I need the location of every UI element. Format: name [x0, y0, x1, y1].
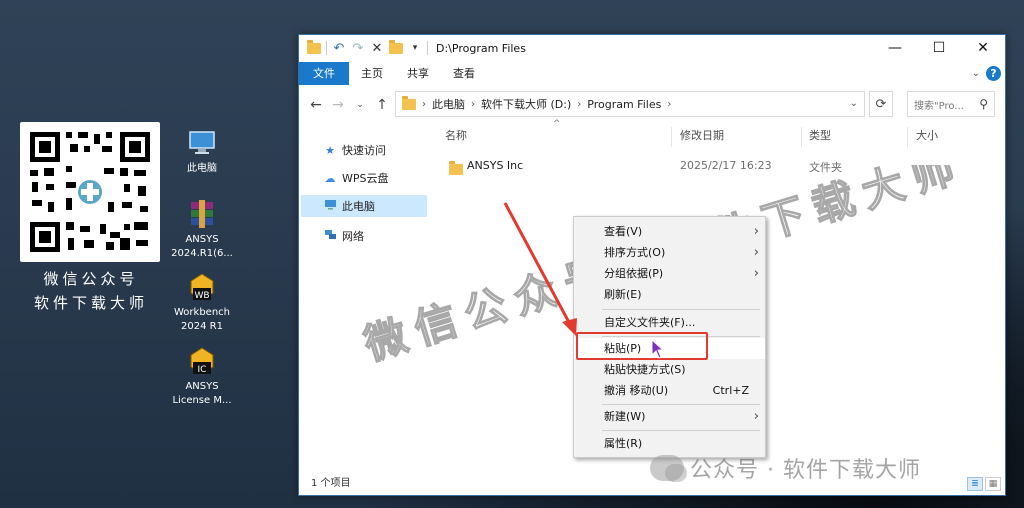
mouse-cursor-icon — [651, 339, 665, 359]
annotation-arrow — [503, 202, 577, 336]
wechat-icon — [650, 455, 687, 482]
watermark-bottom: 公众号 · 软件下载大师 — [650, 452, 921, 484]
